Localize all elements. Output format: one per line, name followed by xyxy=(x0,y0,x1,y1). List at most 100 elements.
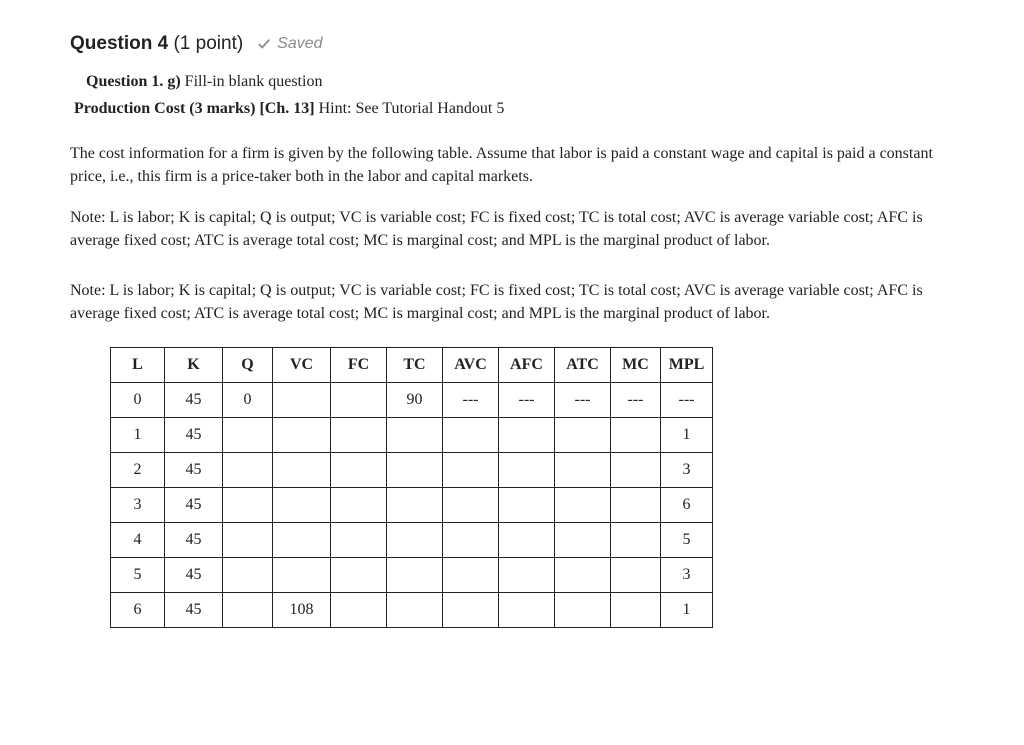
cell: 2 xyxy=(111,453,165,488)
th-K: K xyxy=(165,348,223,383)
cell: 45 xyxy=(165,418,223,453)
th-L: L xyxy=(111,348,165,383)
cell: --- xyxy=(443,383,499,418)
th-MC: MC xyxy=(611,348,661,383)
cell: 3 xyxy=(111,488,165,523)
paragraph-1: The cost information for a firm is given… xyxy=(70,142,954,188)
cell xyxy=(499,558,555,593)
cell xyxy=(555,418,611,453)
cell xyxy=(443,418,499,453)
cell: 0 xyxy=(111,383,165,418)
cell: 45 xyxy=(165,523,223,558)
cell: 45 xyxy=(165,488,223,523)
table-body: 0 45 0 90 --- --- --- --- --- 1 45 1 2 xyxy=(111,383,713,628)
th-AFC: AFC xyxy=(499,348,555,383)
table-header-row: L K Q VC FC TC AVC AFC ATC MC MPL xyxy=(111,348,713,383)
cell xyxy=(555,558,611,593)
cell: 45 xyxy=(165,593,223,628)
cell xyxy=(331,453,387,488)
th-FC: FC xyxy=(331,348,387,383)
cell xyxy=(223,418,273,453)
cell xyxy=(611,488,661,523)
cell xyxy=(387,558,443,593)
cell xyxy=(555,488,611,523)
cell xyxy=(273,488,331,523)
cell: 3 xyxy=(661,453,713,488)
cell xyxy=(611,453,661,488)
subq-bold: Question 1. g) xyxy=(86,73,181,90)
question-points: (1 point) xyxy=(173,33,243,54)
cell xyxy=(331,593,387,628)
cell: 1 xyxy=(661,418,713,453)
cell xyxy=(273,453,331,488)
th-AVC: AVC xyxy=(443,348,499,383)
cell xyxy=(555,453,611,488)
table-row: 4 45 5 xyxy=(111,523,713,558)
cell xyxy=(611,558,661,593)
table-row: 5 45 3 xyxy=(111,558,713,593)
sub-question-line: Question 1. g) Fill-in blank question xyxy=(86,70,954,93)
cell: 5 xyxy=(661,523,713,558)
cell xyxy=(499,523,555,558)
cell xyxy=(273,558,331,593)
subq-rest: Fill-in blank question xyxy=(181,73,323,90)
cell: 45 xyxy=(165,558,223,593)
cell xyxy=(499,593,555,628)
cell xyxy=(273,523,331,558)
th-ATC: ATC xyxy=(555,348,611,383)
cell xyxy=(331,558,387,593)
prodcost-bold: Production Cost (3 marks) [Ch. 13] xyxy=(74,100,315,117)
paragraph-2: Note: L is labor; K is capital; Q is out… xyxy=(70,206,954,252)
cell: 45 xyxy=(165,453,223,488)
cell xyxy=(223,453,273,488)
cell xyxy=(387,418,443,453)
cell: 45 xyxy=(165,383,223,418)
cell xyxy=(499,418,555,453)
production-cost-line: Production Cost (3 marks) [Ch. 13] Hint:… xyxy=(74,97,954,120)
cost-table-wrap: L K Q VC FC TC AVC AFC ATC MC MPL 0 45 0… xyxy=(110,347,954,628)
cell xyxy=(443,558,499,593)
cell xyxy=(223,488,273,523)
cell xyxy=(331,488,387,523)
cost-table: L K Q VC FC TC AVC AFC ATC MC MPL 0 45 0… xyxy=(110,347,713,628)
cell xyxy=(443,593,499,628)
cell: 3 xyxy=(661,558,713,593)
cell: 1 xyxy=(111,418,165,453)
check-icon xyxy=(257,37,271,51)
question-number: Question 4 xyxy=(70,33,168,54)
cell xyxy=(273,418,331,453)
cell xyxy=(443,523,499,558)
cell xyxy=(223,523,273,558)
cell: 4 xyxy=(111,523,165,558)
cell xyxy=(499,453,555,488)
table-row: 1 45 1 xyxy=(111,418,713,453)
question-title: Question 4 (1 point) xyxy=(70,30,243,58)
table-row: 6 45 108 1 xyxy=(111,593,713,628)
table-row: 2 45 3 xyxy=(111,453,713,488)
cell: --- xyxy=(611,383,661,418)
cell xyxy=(555,593,611,628)
cell xyxy=(499,488,555,523)
cell xyxy=(331,418,387,453)
question-header: Question 4 (1 point) Saved xyxy=(70,30,954,58)
cell xyxy=(443,453,499,488)
cell: 90 xyxy=(387,383,443,418)
cell: 5 xyxy=(111,558,165,593)
cell: --- xyxy=(499,383,555,418)
cell xyxy=(611,418,661,453)
cell xyxy=(331,383,387,418)
cell: --- xyxy=(661,383,713,418)
cell: 0 xyxy=(223,383,273,418)
th-TC: TC xyxy=(387,348,443,383)
cell xyxy=(273,383,331,418)
prodcost-rest: Hint: See Tutorial Handout 5 xyxy=(315,100,505,117)
th-MPL: MPL xyxy=(661,348,713,383)
cell: --- xyxy=(555,383,611,418)
table-row: 0 45 0 90 --- --- --- --- --- xyxy=(111,383,713,418)
cell: 1 xyxy=(661,593,713,628)
cell xyxy=(223,593,273,628)
saved-text: Saved xyxy=(277,32,322,55)
cell xyxy=(387,453,443,488)
th-VC: VC xyxy=(273,348,331,383)
saved-indicator: Saved xyxy=(257,32,322,55)
